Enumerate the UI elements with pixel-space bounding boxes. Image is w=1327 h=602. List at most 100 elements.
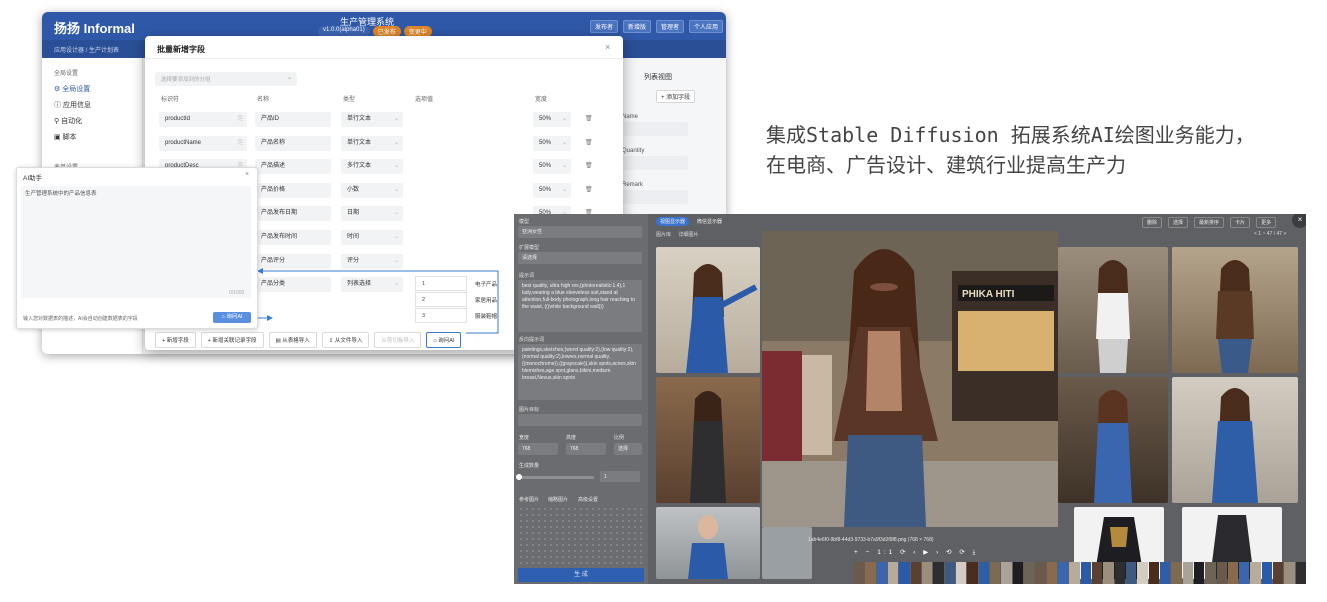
filter-gallery[interactable]: 图片库 xyxy=(656,232,671,238)
preview-filename: 1ab4e6f0-9bf8-44d3-9733-b7a9f3d2f9f8.png… xyxy=(808,537,934,543)
feature-caption: 集成Stable Diffusion 拓展系统AI绘图业务能力， 在电商、广告设… xyxy=(766,120,1255,180)
gallery-filters: 图片库 详细图片 xyxy=(656,231,698,238)
more-button[interactable]: 更多 xyxy=(1256,217,1277,228)
pagination[interactable]: < 1 ~ 47 / 47 > xyxy=(1254,231,1286,237)
filmstrip-thumb[interactable] xyxy=(1205,562,1216,584)
tab-wechat-display[interactable]: 微信显示器 xyxy=(693,217,726,226)
ai-hint: 输入您对数据表的描述，AI会自动创建数据表的字段 xyxy=(23,316,138,322)
filmstrip-thumb[interactable] xyxy=(1273,562,1284,584)
filmstrip-thumb[interactable] xyxy=(921,562,933,584)
filmstrip-thumb[interactable] xyxy=(1284,562,1295,584)
close-icon[interactable]: × xyxy=(245,171,249,178)
close-icon[interactable]: × xyxy=(1292,214,1306,228)
select-button[interactable]: 选择 xyxy=(1168,217,1189,228)
preview-controls[interactable]: + − 1:1 ⟳ ‹ ▶ › ⟲ ⟳ ⤓ xyxy=(854,548,978,557)
height-label: 高度 xyxy=(566,435,577,441)
filmstrip-thumb[interactable] xyxy=(865,562,876,584)
filmstrip-thumb[interactable] xyxy=(1182,562,1193,584)
filmstrip-thumb[interactable] xyxy=(1080,562,1091,584)
ai-helper-panel: AI助手 × 生产管理系统中的产品信息表 0/1000 输入您对数据表的描述，A… xyxy=(16,167,258,329)
delete-button[interactable]: 删除 xyxy=(1142,217,1163,228)
image-preview[interactable]: PHIKA HITI xyxy=(762,231,1058,527)
height-input[interactable]: 768 xyxy=(566,443,606,455)
sort-select[interactable]: 最新排序 xyxy=(1194,217,1225,228)
tab-reference-image[interactable]: 参考图片 xyxy=(519,496,539,503)
width-input[interactable]: 768 xyxy=(518,443,558,455)
filmstrip-thumb[interactable] xyxy=(989,562,1001,584)
gallery-toolbar: 删除 选择 最新排序 卡片 更多 xyxy=(1142,217,1277,228)
filmstrip-thumb[interactable] xyxy=(899,562,910,584)
gallery-image[interactable] xyxy=(1058,247,1168,373)
filmstrip-thumb[interactable] xyxy=(1023,562,1035,584)
filmstrip-thumb[interactable] xyxy=(1250,562,1261,584)
ratio-select[interactable]: 选择 xyxy=(614,443,642,455)
gallery-image[interactable] xyxy=(1172,247,1298,373)
width-label: 宽度 xyxy=(519,435,530,441)
filmstrip-thumb[interactable] xyxy=(1159,562,1171,584)
filmstrip-thumb[interactable] xyxy=(887,562,899,584)
filmstrip-thumb[interactable] xyxy=(1001,562,1012,584)
gallery-image[interactable] xyxy=(1172,377,1298,503)
count-slider[interactable] xyxy=(518,476,594,479)
gallery-image[interactable] xyxy=(1058,377,1168,503)
filmstrip-thumb[interactable] xyxy=(933,562,944,584)
filmstrip-thumb[interactable] xyxy=(1035,562,1046,584)
ext-model-select[interactable]: 请选择 xyxy=(518,252,642,264)
prompt-textarea[interactable]: best quality, ultra high res,(photoreali… xyxy=(518,280,642,332)
model-select[interactable]: 亚洲女性 xyxy=(518,226,642,238)
image-target-label: 图片目标 xyxy=(519,407,540,413)
filmstrip-thumb[interactable] xyxy=(1114,562,1125,584)
filmstrip-thumb[interactable] xyxy=(1239,562,1250,584)
filmstrip-thumb[interactable] xyxy=(1193,562,1205,584)
generate-button[interactable]: 生 成 xyxy=(518,568,644,582)
tab-advanced[interactable]: 高级设置 xyxy=(578,496,598,503)
thumbnail-strip[interactable] xyxy=(854,562,1306,584)
char-counter: 0/1000 xyxy=(229,290,245,296)
filmstrip-thumb[interactable] xyxy=(1069,562,1080,584)
filmstrip-thumb[interactable] xyxy=(1091,562,1103,584)
filmstrip-thumb[interactable] xyxy=(1057,562,1069,584)
ai-prompt-text: 生产管理系统中的产品信息表 xyxy=(25,191,97,197)
model-label: 模型 xyxy=(519,219,530,225)
gallery-image[interactable] xyxy=(762,527,812,579)
caption-line-2: 在电商、广告设计、建筑行业提高生产力 xyxy=(766,153,1126,177)
filmstrip-thumb[interactable] xyxy=(944,562,955,584)
tab-thumbnail[interactable]: 缩略图片 xyxy=(548,496,568,503)
filmstrip-thumb[interactable] xyxy=(955,562,967,584)
filmstrip-thumb[interactable] xyxy=(854,562,865,584)
filmstrip-thumb[interactable] xyxy=(1148,562,1159,584)
slider-handle[interactable] xyxy=(516,474,522,480)
filmstrip-thumb[interactable] xyxy=(967,562,978,584)
gallery-image[interactable] xyxy=(656,377,760,503)
image-target-input[interactable] xyxy=(518,414,642,426)
filmstrip-thumb[interactable] xyxy=(1227,562,1239,584)
filmstrip-thumb[interactable] xyxy=(1046,562,1057,584)
prompt-label: 提示词 xyxy=(519,273,535,279)
count-stepper[interactable]: 1 xyxy=(600,471,640,482)
tab-view-display[interactable]: 视图显示器 xyxy=(656,217,690,226)
reference-drop-area[interactable] xyxy=(518,506,644,564)
filmstrip-thumb[interactable] xyxy=(1137,562,1148,584)
negative-prompt-textarea[interactable]: paintings,sketches,(worst quality:2),(lo… xyxy=(518,344,642,400)
gallery-image[interactable] xyxy=(656,247,760,373)
filmstrip-thumb[interactable] xyxy=(910,562,921,584)
filmstrip-thumb[interactable] xyxy=(876,562,887,584)
ai-prompt-textarea[interactable]: 生产管理系统中的产品信息表 xyxy=(21,186,251,298)
caption-line-1: 集成Stable Diffusion 拓展系统AI绘图业务能力， xyxy=(766,123,1255,147)
ext-model-label: 扩展模型 xyxy=(519,245,540,251)
filmstrip-thumb[interactable] xyxy=(1171,562,1182,584)
filmstrip-thumb[interactable] xyxy=(1216,562,1227,584)
card-view-button[interactable]: 卡片 xyxy=(1230,217,1251,228)
filmstrip-thumb[interactable] xyxy=(1125,562,1137,584)
gallery-image[interactable] xyxy=(656,507,760,579)
filmstrip-thumb[interactable] xyxy=(1012,562,1023,584)
filmstrip-thumb[interactable] xyxy=(1261,562,1273,584)
ask-ai-submit-button[interactable]: ⌂ 询问AI xyxy=(213,312,251,323)
view-tabs: 视图显示器 微信显示器 xyxy=(656,217,726,226)
filmstrip-thumb[interactable] xyxy=(1103,562,1114,584)
filmstrip-thumb[interactable] xyxy=(978,562,989,584)
filter-detail[interactable]: 详细图片 xyxy=(678,232,698,238)
stable-diffusion-panel: 模型 亚洲女性 扩展模型 请选择 提示词 best quality, ultra… xyxy=(514,214,1306,584)
filmstrip-thumb[interactable] xyxy=(1295,562,1306,584)
ratio-label: 比例 xyxy=(614,435,625,441)
